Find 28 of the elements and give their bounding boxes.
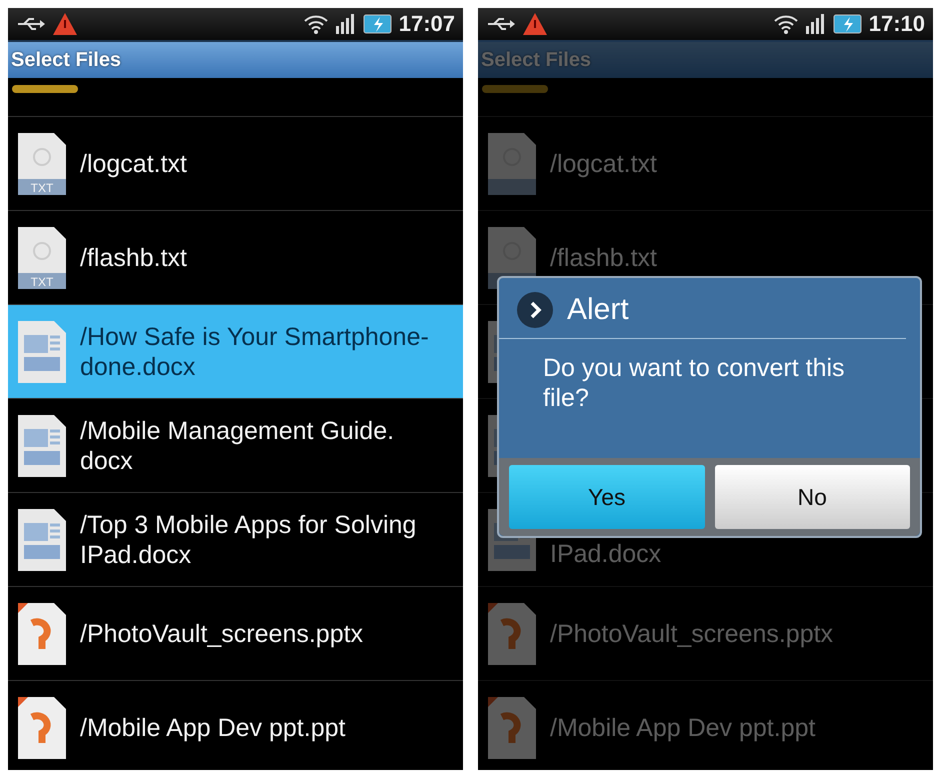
partial-file-icon: [482, 84, 548, 94]
battery-charging-icon: [832, 14, 863, 34]
clock-time: 17:10: [868, 11, 925, 37]
signal-icon: [804, 14, 827, 34]
battery-charging-icon: [362, 14, 393, 34]
warning-icon: [52, 12, 78, 36]
file-name[interactable]: /PhotoVault_screens.pptx: [80, 618, 364, 648]
dialog-button[interactable]: Yes: [509, 465, 704, 529]
dialog-button[interactable]: No: [714, 465, 910, 529]
clock-time: 17:07: [398, 11, 455, 37]
warning-icon: [522, 12, 548, 36]
dialog-message: Do you want to convert this file?: [543, 353, 846, 414]
file-name[interactable]: /Mobile Management Guide. docx: [80, 416, 394, 476]
signal-icon: [334, 14, 357, 34]
file-name[interactable]: /Mobile App Dev ppt.ppt: [80, 712, 346, 742]
usb-icon: [486, 16, 516, 32]
wifi-icon: [772, 13, 799, 35]
file-name[interactable]: /flashb.txt: [80, 242, 187, 272]
file-name[interactable]: /How Safe is Your Smartphone- done.docx: [80, 322, 429, 382]
chevron-right-icon: [517, 292, 553, 328]
screen-title: Select Files: [11, 48, 122, 72]
dialog-title: Alert: [567, 293, 629, 327]
usb-icon: [16, 16, 46, 32]
screen-title: Select Files: [481, 48, 592, 72]
file-name[interactable]: /Top 3 Mobile Apps for Solving IPad.docx: [80, 510, 416, 570]
file-name[interactable]: /logcat.txt: [80, 148, 187, 178]
partial-file-icon: [12, 84, 78, 94]
wifi-icon: [302, 13, 329, 35]
